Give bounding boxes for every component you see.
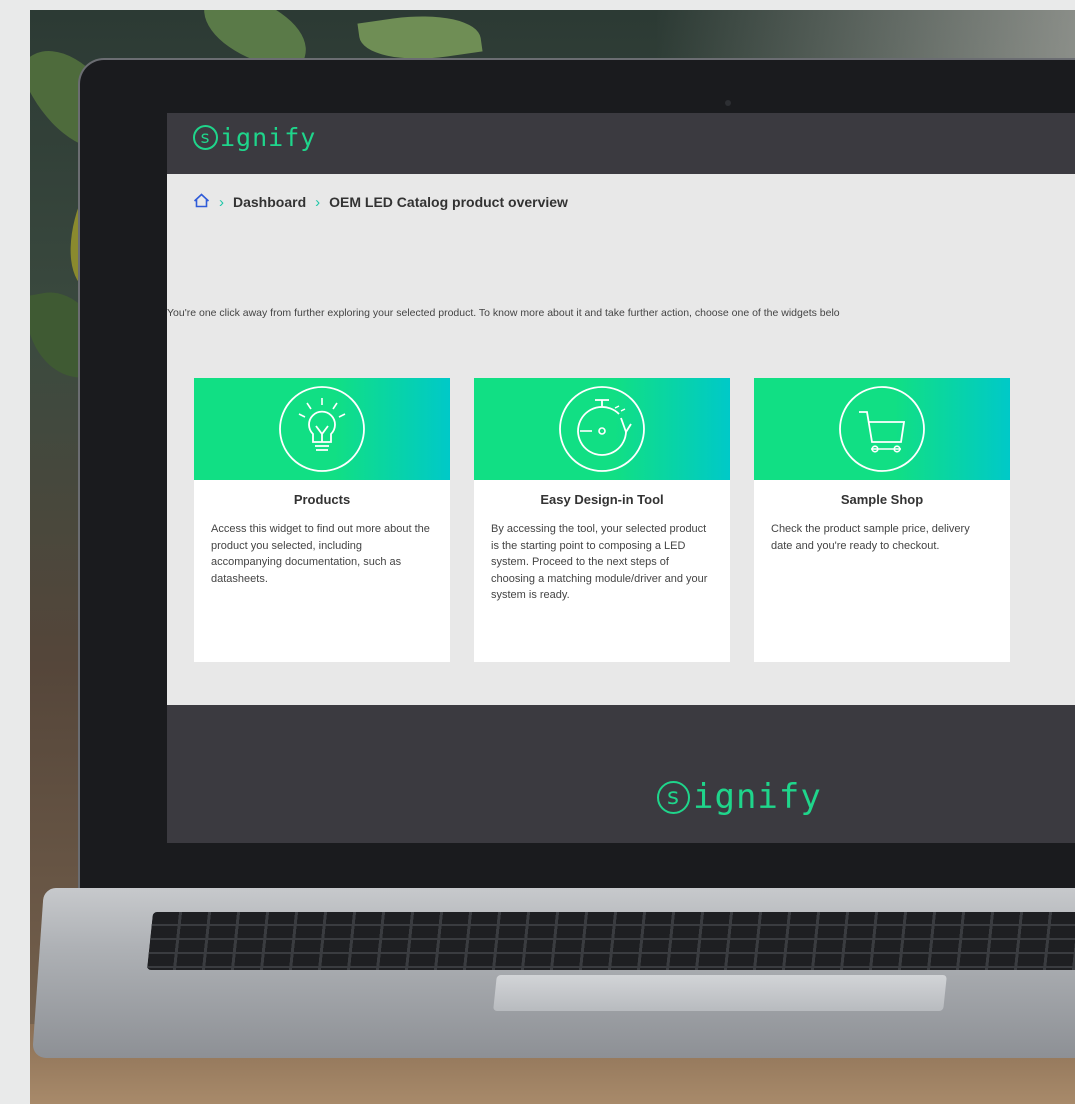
- signify-logo[interactable]: s ignify: [193, 123, 316, 152]
- card-header: [474, 378, 730, 480]
- laptop-camera: [725, 100, 731, 106]
- signify-footer-logo[interactable]: s ignify: [657, 777, 822, 817]
- products-widget[interactable]: Products Access this widget to find out …: [194, 378, 450, 662]
- laptop-screen: s ignify › Dashboard › OEM LED Catalog p…: [167, 113, 1075, 843]
- chevron-right-icon: ›: [219, 193, 224, 211]
- card-title: Sample Shop: [840, 492, 924, 507]
- shopping-cart-icon: [839, 386, 925, 472]
- logo-text: ignify: [220, 123, 317, 152]
- card-description: By accessing the tool, your selected pro…: [491, 523, 708, 601]
- breadcrumb: › Dashboard › OEM LED Catalog product ov…: [193, 193, 568, 211]
- card-header: [754, 378, 1010, 480]
- card-description: Check the product sample price, delivery…: [771, 523, 970, 552]
- logo-mark: s: [193, 125, 218, 150]
- breadcrumb-dashboard[interactable]: Dashboard: [233, 194, 306, 210]
- stopwatch-icon: [559, 386, 645, 472]
- breadcrumb-current: OEM LED Catalog product overview: [329, 194, 568, 210]
- lightbulb-icon: [279, 386, 365, 472]
- card-title: Products: [293, 492, 351, 507]
- laptop-keyboard: [146, 912, 1075, 970]
- left-margin-strip: [0, 0, 30, 1104]
- header-bar: s ignify: [167, 113, 1075, 174]
- logo-mark: s: [657, 780, 690, 814]
- design-in-tool-widget[interactable]: Easy Design-in Tool By accessing the too…: [474, 378, 730, 662]
- footer-bar: s ignify: [167, 705, 1075, 843]
- laptop-touchpad: [493, 975, 947, 1011]
- logo-text: ignify: [693, 777, 822, 817]
- chevron-right-icon: ›: [315, 193, 321, 211]
- card-description: Access this widget to find out more abou…: [211, 523, 430, 585]
- home-icon[interactable]: [193, 193, 210, 211]
- card-title: Easy Design-in Tool: [540, 492, 664, 507]
- intro-text: You're one click away from further explo…: [167, 307, 840, 319]
- sample-shop-widget[interactable]: Sample Shop Check the product sample pri…: [754, 378, 1010, 662]
- card-header: [194, 378, 450, 480]
